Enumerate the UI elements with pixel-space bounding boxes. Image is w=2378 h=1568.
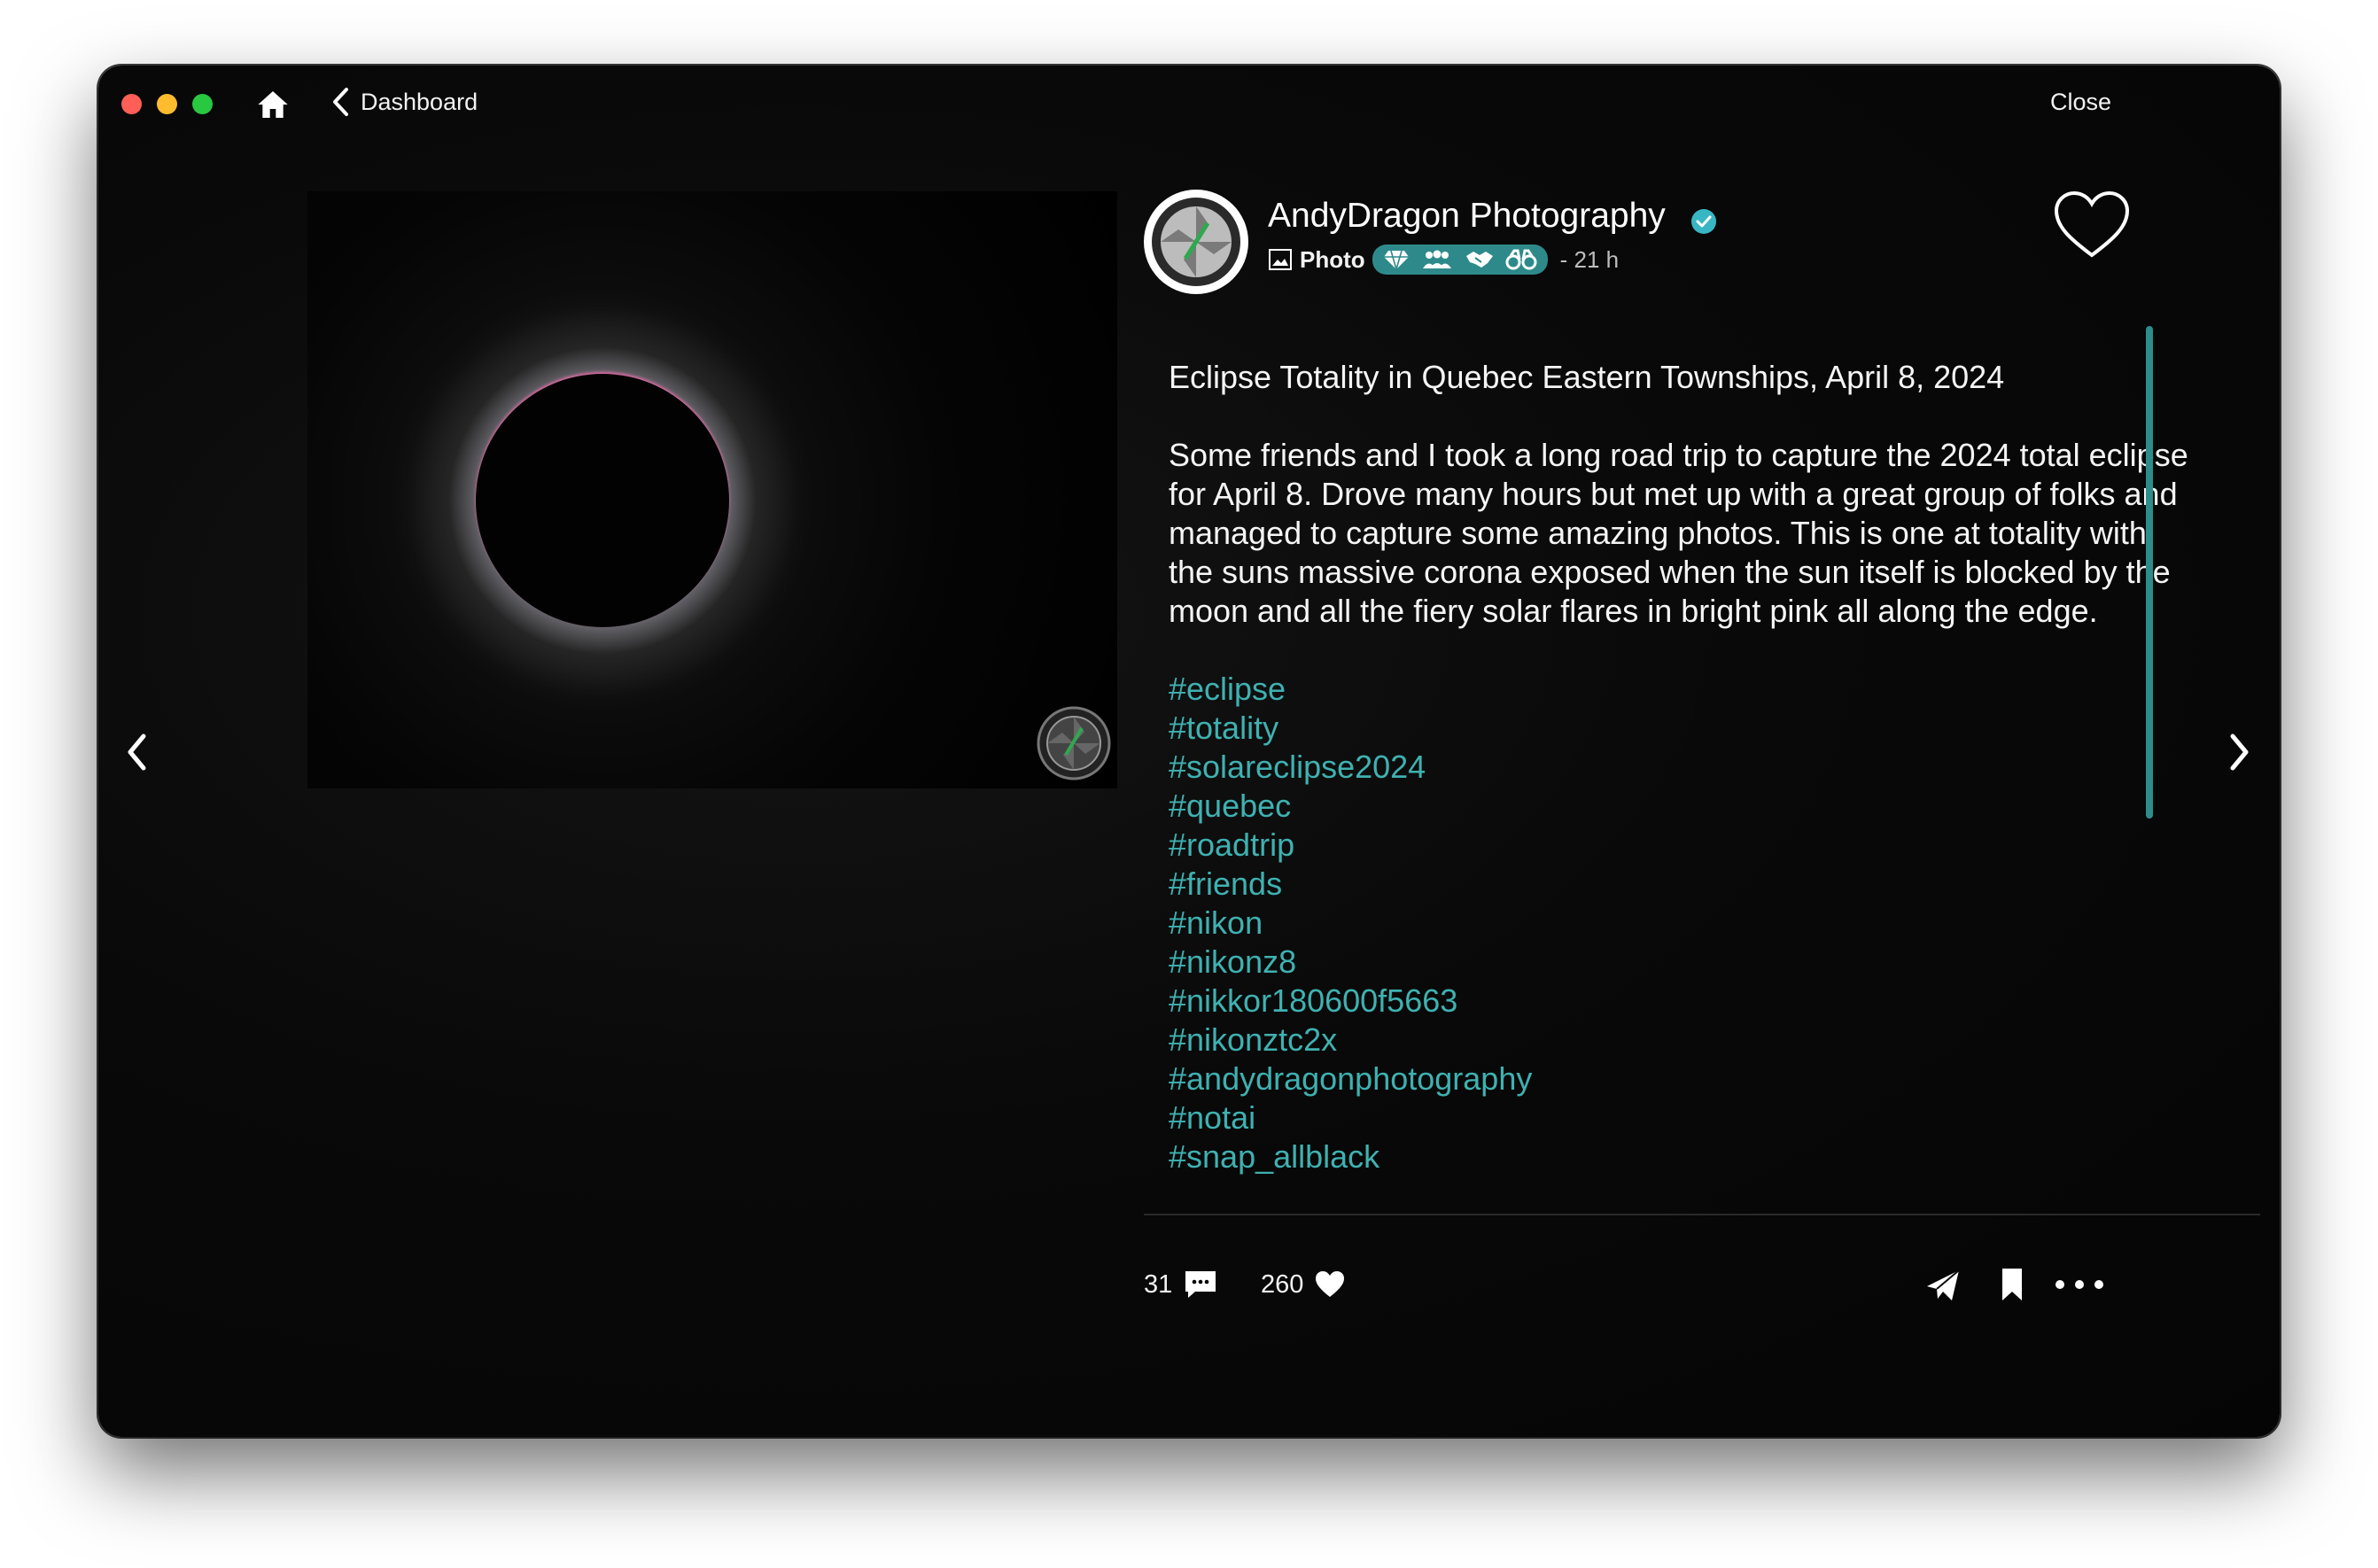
post-type-label: Photo bbox=[1300, 245, 1365, 273]
hashtag-link[interactable]: #eclipse bbox=[1169, 670, 2196, 709]
handshake-icon bbox=[1465, 252, 1493, 268]
hashtag-link[interactable]: #notai bbox=[1169, 1098, 2196, 1137]
more-options-icon[interactable] bbox=[2051, 1263, 2108, 1306]
verified-badge-icon bbox=[1691, 209, 1716, 234]
hashtag-link[interactable]: #friends bbox=[1169, 865, 2196, 904]
like-count: 260 bbox=[1261, 1269, 1304, 1299]
image-icon bbox=[1269, 249, 1292, 270]
eclipse-moon bbox=[476, 374, 729, 627]
footer-divider bbox=[1144, 1214, 2260, 1215]
photo-viewer-window: Dashboard Close AndyDragon Photography P… bbox=[98, 66, 2280, 1437]
heart-icon bbox=[1316, 1271, 1345, 1297]
chevron-left-icon bbox=[333, 88, 348, 116]
post-photo[interactable] bbox=[307, 191, 1117, 788]
likes-button[interactable]: 260 bbox=[1261, 1263, 1346, 1306]
next-post-button[interactable] bbox=[2221, 730, 2257, 774]
window-close-button[interactable] bbox=[121, 94, 142, 114]
post-description: Eclipse Totality in Quebec Eastern Towns… bbox=[1169, 358, 2196, 1279]
watermark-logo-icon bbox=[1037, 706, 1111, 780]
hashtag-link[interactable]: #quebec bbox=[1169, 787, 2196, 826]
home-icon[interactable] bbox=[255, 87, 291, 122]
bookmark-icon[interactable] bbox=[1991, 1263, 2033, 1306]
hashtag-link[interactable]: #roadtrip bbox=[1169, 826, 2196, 865]
back-to-dashboard-button[interactable]: Dashboard bbox=[330, 87, 478, 117]
window-zoom-button[interactable] bbox=[192, 94, 213, 114]
membership-badges bbox=[1372, 245, 1548, 275]
hashtag-link[interactable]: #nikonztc2x bbox=[1169, 1021, 2196, 1060]
post-time: - 21 h bbox=[1559, 245, 1620, 273]
description-scrollbar[interactable] bbox=[2146, 326, 2153, 819]
share-icon[interactable] bbox=[1922, 1263, 1964, 1306]
hashtag-link[interactable]: #nikon bbox=[1169, 904, 2196, 943]
comment-count: 31 bbox=[1144, 1269, 1173, 1299]
post-meta: Photo - 21 h bbox=[1268, 245, 1619, 275]
window-minimize-button[interactable] bbox=[157, 94, 177, 114]
post-body: Some friends and I took a long road trip… bbox=[1169, 437, 2188, 629]
hashtag-link[interactable]: #snap_allblack bbox=[1169, 1137, 2196, 1176]
window-controls bbox=[121, 94, 213, 114]
post-title: Eclipse Totality in Quebec Eastern Towns… bbox=[1169, 359, 2005, 395]
group-icon bbox=[1422, 250, 1451, 268]
close-button[interactable]: Close bbox=[2050, 89, 2111, 116]
hashtag-link[interactable]: #totality bbox=[1169, 709, 2196, 748]
hashtag-list: #eclipse #totality #solareclipse2024 #quebe… bbox=[1169, 670, 2196, 1176]
comment-icon bbox=[1185, 1271, 1216, 1298]
back-label: Dashboard bbox=[361, 88, 478, 115]
author-avatar[interactable] bbox=[1144, 190, 1248, 294]
previous-post-button[interactable] bbox=[120, 730, 155, 774]
hashtag-link[interactable]: #nikonz8 bbox=[1169, 943, 2196, 982]
hashtag-link[interactable]: #solareclipse2024 bbox=[1169, 748, 2196, 787]
author-name[interactable]: AndyDragon Photography bbox=[1268, 197, 1666, 236]
comments-button[interactable]: 31 bbox=[1144, 1263, 1218, 1306]
favorite-heart-icon[interactable] bbox=[2053, 190, 2131, 260]
binoculars-icon bbox=[1505, 249, 1537, 270]
hashtag-link[interactable]: #andydragonphotography bbox=[1169, 1060, 2196, 1098]
post-type: Photo bbox=[1268, 246, 1365, 274]
diamond-icon bbox=[1383, 250, 1409, 270]
hashtag-link[interactable]: #nikkor180600f5663 bbox=[1169, 982, 2196, 1021]
